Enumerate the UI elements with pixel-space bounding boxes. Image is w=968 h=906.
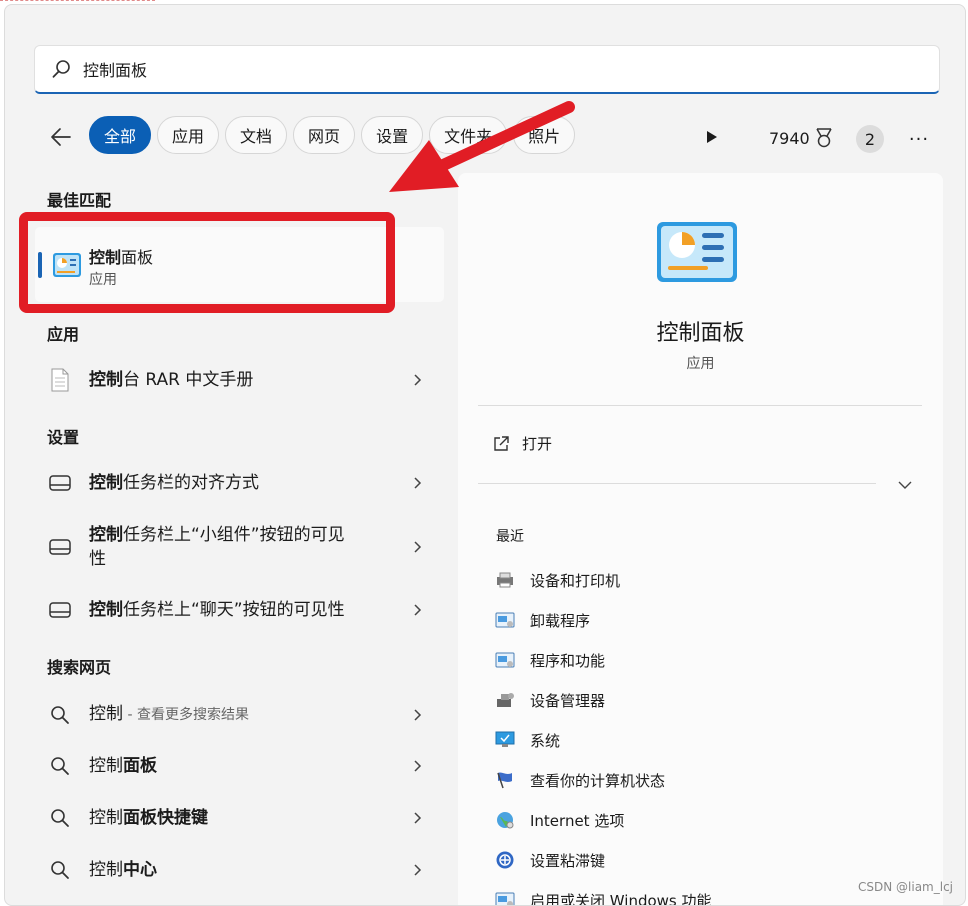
system-icon bbox=[495, 731, 515, 747]
search-icon bbox=[52, 60, 70, 78]
control-panel-large-icon bbox=[657, 222, 737, 282]
chevron-right-icon bbox=[414, 477, 422, 489]
programs-icon bbox=[495, 652, 515, 668]
open-external-icon bbox=[494, 435, 509, 451]
search-icon bbox=[51, 757, 69, 775]
apps-header: 应用 bbox=[47, 325, 80, 344]
back-arrow-icon bbox=[51, 128, 71, 146]
detail-subtitle: 应用 bbox=[686, 356, 715, 372]
search-icon bbox=[51, 861, 69, 879]
chip-all[interactable]: 全部 bbox=[89, 116, 152, 154]
result-label: 控制面板 bbox=[89, 756, 157, 776]
points-value: 7940 bbox=[769, 128, 810, 148]
search-icon bbox=[51, 809, 69, 827]
document-icon bbox=[51, 368, 69, 392]
chevron-right-icon bbox=[414, 760, 422, 772]
taskbar-icon bbox=[49, 539, 71, 555]
result-web-shortcut[interactable]: 控制面板快捷键 bbox=[45, 806, 437, 830]
chevron-right-icon bbox=[414, 708, 422, 721]
chevron-down-icon[interactable] bbox=[895, 475, 915, 495]
device-manager-icon bbox=[497, 693, 514, 707]
result-web-more[interactable]: 控制 - 查看更多搜索结果 bbox=[45, 702, 437, 727]
recent-header: 最近 bbox=[496, 529, 524, 545]
result-label: 控制中心 bbox=[89, 860, 157, 880]
selection-indicator bbox=[38, 252, 42, 278]
chip-folders[interactable]: 文件夹 bbox=[429, 116, 508, 154]
web-search-header: 搜索网页 bbox=[47, 658, 112, 677]
more-filters-button[interactable] bbox=[700, 123, 724, 151]
result-label: 控制面板快捷键 bbox=[89, 808, 208, 828]
programs-icon bbox=[495, 892, 515, 905]
result-web-center[interactable]: 控制中心 bbox=[45, 858, 437, 882]
best-match-subtitle: 应用 bbox=[89, 272, 117, 288]
selection-dash bbox=[0, 0, 155, 1]
chip-apps[interactable]: 应用 bbox=[157, 116, 220, 154]
result-label: 控制台 RAR 中文手册 bbox=[89, 370, 254, 390]
accessibility-icon bbox=[496, 851, 514, 869]
programs-icon bbox=[495, 612, 515, 628]
open-label: 打开 bbox=[522, 435, 553, 453]
result-setting-widgets-button[interactable]: 控制任务栏上“小组件”按钮的可见性 bbox=[45, 523, 437, 571]
result-web-control-panel[interactable]: 控制面板 bbox=[45, 754, 437, 778]
rewards-points[interactable]: 7940 bbox=[769, 127, 834, 149]
start-search-panel: 全部 应用 文档 网页 设置 文件夹 照片 7940 2 ··· 最佳匹配 控制… bbox=[4, 4, 966, 906]
best-match-title: 控制面板 bbox=[89, 248, 154, 267]
recent-internet-options[interactable]: Internet 选项 bbox=[494, 809, 624, 831]
search-icon bbox=[51, 705, 69, 724]
printer-icon bbox=[497, 572, 513, 588]
divider bbox=[478, 405, 922, 406]
result-setting-taskbar-alignment[interactable]: 控制任务栏的对齐方式 bbox=[45, 471, 437, 495]
settings-header: 设置 bbox=[47, 428, 80, 447]
watermark: CSDN @liam_lcj bbox=[858, 880, 954, 894]
control-panel-icon bbox=[53, 253, 81, 277]
flag-icon bbox=[497, 772, 512, 789]
globe-icon bbox=[497, 812, 514, 829]
divider bbox=[478, 483, 876, 484]
chip-web[interactable]: 网页 bbox=[293, 116, 356, 154]
taskbar-icon bbox=[49, 602, 71, 618]
search-input[interactable] bbox=[83, 55, 923, 83]
recent-uninstall[interactable]: 卸载程序 bbox=[494, 609, 590, 631]
detail-title: 控制面板 bbox=[656, 321, 745, 346]
filter-chips: 全部 应用 文档 网页 设置 文件夹 照片 bbox=[89, 116, 576, 154]
more-options-button[interactable]: ··· bbox=[905, 125, 933, 153]
recent-system[interactable]: 系统 bbox=[494, 729, 560, 751]
best-match-header: 最佳匹配 bbox=[47, 191, 112, 210]
result-label: 控制 - 查看更多搜索结果 bbox=[89, 704, 249, 724]
recent-windows-features[interactable]: 启用或关闭 Windows 功能 bbox=[494, 889, 712, 905]
notification-badge[interactable]: 2 bbox=[856, 125, 884, 153]
result-setting-chat-button[interactable]: 控制任务栏上“聊天”按钮的可见性 bbox=[45, 598, 437, 622]
play-icon bbox=[707, 131, 717, 143]
chevron-right-icon bbox=[414, 604, 422, 616]
chip-docs[interactable]: 文档 bbox=[225, 116, 288, 154]
chevron-right-icon bbox=[414, 374, 422, 386]
recent-computer-status[interactable]: 查看你的计算机状态 bbox=[494, 769, 665, 791]
recent-programs-features[interactable]: 程序和功能 bbox=[494, 649, 605, 671]
result-label: 控制任务栏上“小组件”按钮的可见性 bbox=[89, 525, 345, 569]
taskbar-icon bbox=[49, 475, 71, 491]
detail-pane: 控制面板 应用 打开 最近 设备和打印机 卸载程序 程序和功能 设备管理器 系统… bbox=[458, 173, 943, 905]
open-button[interactable]: 打开 bbox=[492, 433, 552, 454]
result-app-rar-manual[interactable]: 控制台 RAR 中文手册 bbox=[45, 368, 437, 392]
back-button[interactable] bbox=[43, 119, 79, 155]
search-box[interactable] bbox=[34, 45, 940, 94]
recent-sticky-keys[interactable]: 设置粘滞键 bbox=[494, 849, 605, 871]
chevron-right-icon bbox=[414, 541, 422, 553]
rewards-medal-icon bbox=[816, 128, 832, 148]
recent-device-manager[interactable]: 设备管理器 bbox=[494, 689, 605, 711]
chevron-right-icon bbox=[414, 864, 422, 876]
chevron-right-icon bbox=[414, 812, 422, 824]
recent-devices-printers[interactable]: 设备和打印机 bbox=[494, 569, 620, 591]
result-label: 控制任务栏上“聊天”按钮的可见性 bbox=[89, 600, 345, 620]
chip-photos[interactable]: 照片 bbox=[513, 116, 576, 154]
result-label: 控制任务栏的对齐方式 bbox=[89, 473, 259, 493]
best-match-item[interactable]: 控制面板 应用 bbox=[35, 227, 444, 302]
chip-settings[interactable]: 设置 bbox=[361, 116, 424, 154]
